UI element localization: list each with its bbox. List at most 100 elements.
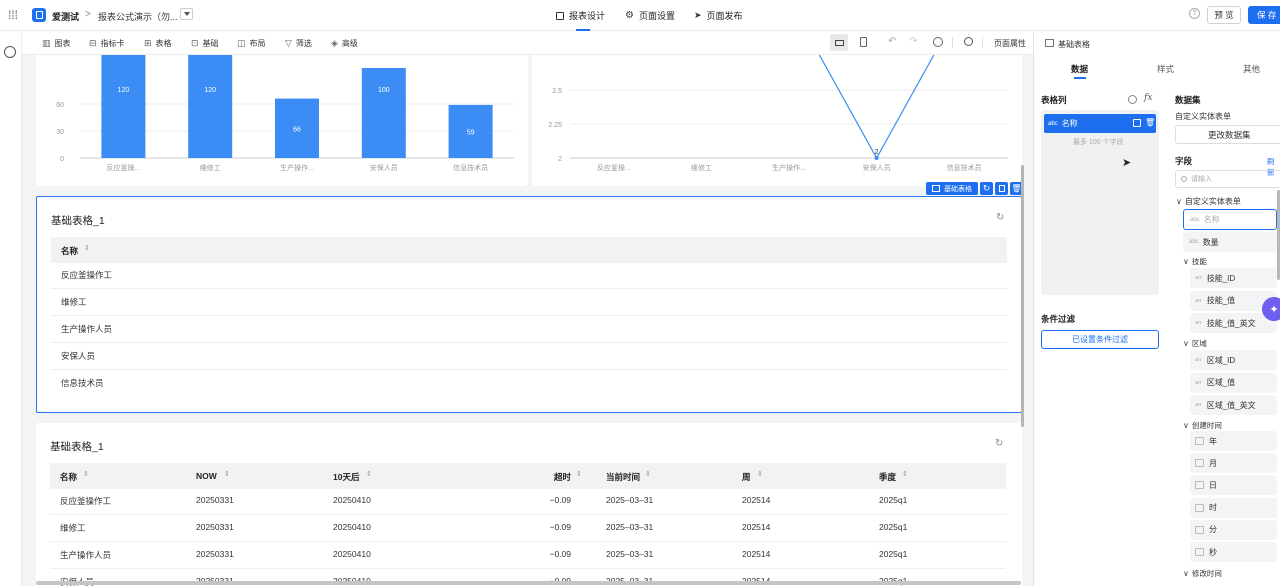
- table-refresh-icon[interactable]: ↻: [995, 438, 1003, 449]
- table-cell[interactable]: 202514: [742, 522, 770, 532]
- table-cell[interactable]: 安保人员: [61, 350, 95, 362]
- refresh-button[interactable]: ↻: [980, 182, 993, 195]
- header-cell-current-time[interactable]: 当前时间: [606, 471, 640, 483]
- sort-icon[interactable]: ⇕: [645, 470, 651, 478]
- column-chip-name[interactable]: abc 名称 🗑: [1044, 114, 1156, 133]
- basic-table-2[interactable]: 基础表格_1 ↻ 名称 ⇕ NOW ⇕ 10天后 ⇕ 超时 ⇕ 当前时间 ⇕ 周…: [36, 423, 1022, 586]
- tree-group-created-time[interactable]: ∨ 创建时间: [1183, 420, 1222, 431]
- trash-icon[interactable]: 🗑: [1145, 118, 1155, 127]
- tree-group-skill[interactable]: ∨ 技能: [1183, 256, 1207, 267]
- table-refresh-icon[interactable]: ↻: [996, 212, 1004, 223]
- sort-icon[interactable]: ⇕: [224, 470, 230, 478]
- component-type-chip[interactable]: 基础表格: [926, 182, 978, 195]
- toolbar-advanced[interactable]: ◈ 高级: [331, 38, 358, 49]
- redo-icon[interactable]: ↷: [909, 37, 917, 47]
- bar-chart-card[interactable]: 0 30 60 120 反应釜操... 120 维修工 66 生产操作... 100 安保人员 59 信…: [36, 55, 528, 186]
- table-cell[interactable]: 2025q1: [879, 549, 907, 559]
- globe-icon[interactable]: [4, 46, 16, 58]
- toolbar-filter[interactable]: ▽ 筛选: [285, 38, 312, 49]
- header-cell-overtime[interactable]: 超时: [554, 471, 571, 483]
- tree-field[interactable]: 日: [1190, 475, 1277, 496]
- tree-field[interactable]: arr 区域_值: [1190, 372, 1277, 393]
- sort-icon[interactable]: ⇕: [757, 470, 763, 478]
- table-cell[interactable]: 信息技术员: [61, 377, 104, 389]
- header-cell-week[interactable]: 周: [742, 471, 751, 483]
- edit-icon[interactable]: [1133, 119, 1141, 127]
- tree-group-root[interactable]: ∨ 自定义实体表单: [1176, 196, 1241, 207]
- sort-icon[interactable]: ⇕: [83, 470, 89, 478]
- header-cell-name[interactable]: 名称: [61, 245, 78, 257]
- tree-group-region[interactable]: ∨ 区域: [1183, 338, 1207, 349]
- vertical-scrollbar[interactable]: [1021, 165, 1024, 427]
- table-cell[interactable]: −0.09: [549, 549, 571, 559]
- horizontal-scrollbar[interactable]: [36, 581, 1021, 585]
- tree-field[interactable]: arr 区域_值_英文: [1190, 395, 1277, 415]
- table-cell[interactable]: 反应釜操作工: [60, 495, 111, 507]
- header-cell-quarter[interactable]: 季度: [879, 471, 896, 483]
- report-title[interactable]: 报表公式演示（勿...: [98, 10, 178, 23]
- condition-filter-button[interactable]: 已设置条件过滤: [1041, 330, 1159, 349]
- table-cell[interactable]: 2025–03–31: [606, 522, 653, 532]
- table-cell[interactable]: 20250331: [196, 549, 234, 559]
- toolbar-table[interactable]: ⊞ 表格: [144, 38, 172, 49]
- preview-button[interactable]: 预 览: [1207, 6, 1241, 24]
- tree-field[interactable]: 分: [1190, 519, 1277, 540]
- tab-report-design[interactable]: 报表设计: [556, 9, 605, 22]
- tab-data[interactable]: 数据: [1071, 63, 1088, 75]
- toolbar-chart[interactable]: ▥ 图表: [42, 38, 71, 49]
- tree-field[interactable]: 时: [1190, 497, 1277, 518]
- tree-field-quantity[interactable]: abc 数量: [1183, 232, 1277, 252]
- table-cell[interactable]: −0.09: [549, 495, 571, 505]
- table-cell[interactable]: 维修工: [61, 296, 87, 308]
- sort-icon[interactable]: ⇕: [902, 470, 908, 478]
- sort-icon[interactable]: ⇕: [576, 470, 582, 478]
- header-cell-now[interactable]: NOW: [196, 471, 217, 481]
- report-dropdown-button[interactable]: [180, 8, 193, 20]
- assistant-float-button[interactable]: ✦: [1262, 297, 1280, 321]
- bar[interactable]: [361, 68, 406, 158]
- table-cell[interactable]: 2025q1: [879, 522, 907, 532]
- bar[interactable]: [188, 55, 233, 158]
- basic-table-1-selected[interactable]: 基础表格_1 ↻ 名称 ⇕ 反应釜操作工 维修工 生产操作人员 安保人员 信息技术员: [36, 196, 1022, 413]
- apps-grid-icon[interactable]: ⁞⁞⁞: [8, 9, 18, 21]
- app-name[interactable]: 爱测试: [52, 10, 79, 23]
- copy-button[interactable]: [995, 182, 1008, 195]
- sort-icon[interactable]: ⇕: [84, 244, 90, 252]
- change-dataset-button[interactable]: 更改数据集: [1175, 125, 1280, 144]
- history-clock-icon[interactable]: [933, 37, 943, 47]
- field-search-input[interactable]: 请输入: [1175, 170, 1280, 188]
- table-cell[interactable]: 生产操作人员: [61, 323, 112, 335]
- table-cell[interactable]: 维修工: [60, 522, 86, 534]
- table-cell[interactable]: 202514: [742, 549, 770, 559]
- tab-page-settings[interactable]: ⚙ 页面设置: [625, 9, 675, 22]
- table-cell[interactable]: 2025–03–31: [606, 495, 653, 505]
- table-cell[interactable]: 生产操作人员: [60, 549, 111, 561]
- tree-field[interactable]: arr 区域_ID: [1190, 350, 1277, 370]
- sort-icon[interactable]: ⇕: [366, 470, 372, 478]
- table-cell[interactable]: 反应釜操作工: [61, 269, 112, 281]
- data-point[interactable]: [874, 156, 879, 160]
- table-cell[interactable]: 20250331: [196, 522, 234, 532]
- table-cell[interactable]: 202514: [742, 495, 770, 505]
- toolbar-basic[interactable]: ⊡ 基础: [191, 38, 219, 49]
- tree-field[interactable]: arr 技能_ID: [1190, 268, 1277, 288]
- tab-other[interactable]: 其他: [1243, 63, 1260, 75]
- page-properties-button[interactable]: 页面属性: [994, 38, 1026, 49]
- toolbar-layout[interactable]: ◫ 布局: [237, 38, 266, 49]
- tree-group-modified-time[interactable]: ∨ 修改时间: [1183, 568, 1222, 579]
- bar[interactable]: [101, 55, 146, 158]
- tab-style[interactable]: 样式: [1157, 63, 1174, 75]
- header-cell-name[interactable]: 名称: [60, 471, 77, 483]
- toolbar-metric-card[interactable]: ⊟ 指标卡: [89, 38, 125, 49]
- tab-page-publish[interactable]: ➤ 页面发布: [694, 9, 743, 22]
- mobile-view-icon[interactable]: [860, 37, 867, 47]
- tree-field[interactable]: 秒: [1190, 542, 1277, 562]
- tree-field[interactable]: 月: [1190, 453, 1277, 474]
- tree-field[interactable]: 年: [1190, 431, 1277, 451]
- help-icon[interactable]: ?: [1189, 8, 1200, 19]
- settings-icon[interactable]: [1128, 95, 1137, 104]
- table-cell[interactable]: 2025q1: [879, 495, 907, 505]
- table-cell[interactable]: 20250410: [333, 549, 371, 559]
- save-button[interactable]: 保 存: [1248, 6, 1280, 24]
- tree-field-name[interactable]: abc 名称: [1183, 209, 1277, 230]
